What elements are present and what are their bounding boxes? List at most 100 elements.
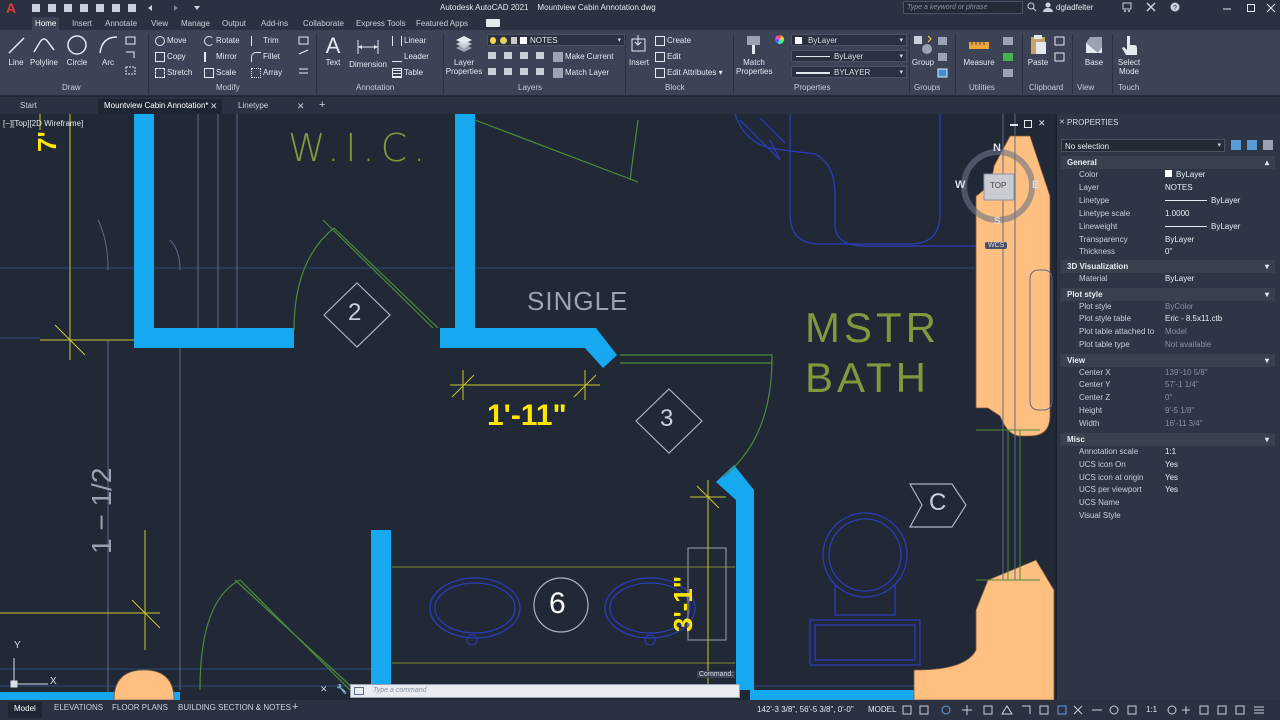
doc-tab-start[interactable]: Start bbox=[14, 99, 43, 114]
coordinates-readout[interactable]: 142'-3 3/8", 56'-5 3/8", 0'-0" bbox=[757, 705, 854, 714]
tab-insert[interactable]: Insert bbox=[69, 17, 95, 30]
touch-panel-label[interactable]: Touch bbox=[1118, 83, 1139, 92]
line-button[interactable]: Line bbox=[6, 34, 26, 67]
help-icon[interactable]: ? bbox=[1170, 2, 1180, 12]
prop-row-layer[interactable]: Layer NOTES bbox=[1061, 183, 1275, 196]
draw-tools-small[interactable] bbox=[124, 36, 144, 78]
door-tag-3[interactable]: 3 bbox=[660, 405, 673, 433]
prop-row-material[interactable]: Material ByLayer bbox=[1061, 274, 1275, 287]
room-label-wic[interactable]: W.I.C. bbox=[288, 126, 431, 170]
layer-tools-row[interactable] bbox=[488, 51, 550, 81]
annotation-scale[interactable]: 1:1 bbox=[1146, 705, 1157, 714]
command-wrench-icon[interactable]: 🔧 bbox=[336, 684, 347, 695]
annotation-panel-label[interactable]: Annotation bbox=[356, 83, 394, 92]
wcs-menu[interactable]: WCS bbox=[985, 242, 1008, 249]
linetype-dropdown[interactable]: ByLayer ▾ bbox=[791, 50, 907, 62]
prop-row-width[interactable]: Width 16'-11 3/4" bbox=[1061, 419, 1275, 432]
layers-panel-label[interactable]: Layers bbox=[518, 83, 542, 92]
measure-button[interactable]: Measure bbox=[960, 34, 998, 67]
prop-row-visual-style[interactable]: Visual Style bbox=[1061, 511, 1275, 524]
tab-output[interactable]: Output bbox=[219, 17, 249, 30]
section-general[interactable]: General ▴ bbox=[1061, 156, 1275, 169]
edit-block-button[interactable]: Edit bbox=[655, 52, 681, 62]
close-tab-icon[interactable]: ✕ bbox=[210, 101, 218, 112]
polyline-button[interactable]: Polyline bbox=[29, 34, 59, 67]
match-properties-button[interactable]: Match Properties bbox=[736, 34, 772, 76]
command-close-icon[interactable]: ✕ bbox=[320, 684, 328, 695]
fillet-button[interactable]: Fillet bbox=[251, 52, 280, 62]
dimension-text-7[interactable]: 7' bbox=[32, 131, 63, 152]
layout-tab-floor-plans[interactable]: FLOOR PLANS bbox=[112, 703, 168, 712]
make-current-button[interactable]: Make Current bbox=[553, 52, 613, 62]
layer-properties-button[interactable]: Layer Properties bbox=[444, 34, 484, 76]
layer-dropdown[interactable]: NOTES ▾ bbox=[487, 34, 625, 46]
maximize-button[interactable] bbox=[1246, 3, 1256, 13]
tab-featured-apps[interactable]: Featured Apps bbox=[413, 17, 471, 30]
autocad-logo-icon[interactable]: A bbox=[6, 1, 22, 15]
close-tab-icon[interactable]: ✕ bbox=[297, 101, 305, 112]
new-tab-icon[interactable]: + bbox=[319, 99, 325, 111]
user-icon[interactable] bbox=[1043, 2, 1053, 12]
prop-row-ucs-name[interactable]: UCS Name bbox=[1061, 498, 1275, 511]
viewport-close-icon[interactable]: ✕ bbox=[1038, 118, 1046, 129]
text-button[interactable]: A Text bbox=[320, 34, 346, 68]
mirror-button[interactable]: Mirror bbox=[204, 52, 237, 62]
move-button[interactable]: Move bbox=[155, 36, 187, 46]
tab-manage[interactable]: Manage bbox=[178, 17, 213, 30]
paste-button[interactable]: Paste bbox=[1026, 34, 1050, 67]
modify-tools-small[interactable] bbox=[298, 36, 310, 78]
search-input[interactable]: Type a keyword or phrase bbox=[903, 1, 1023, 14]
dimension-button[interactable]: Dimension bbox=[348, 34, 388, 69]
prop-row-lineweight[interactable]: Lineweight ByLayer bbox=[1061, 222, 1275, 235]
view-panel-label[interactable]: View bbox=[1077, 83, 1094, 92]
cart-icon[interactable] bbox=[1122, 2, 1132, 12]
model-space-toggle[interactable]: MODEL bbox=[868, 705, 896, 714]
prop-row-plot-table-type[interactable]: Plot table type Not available bbox=[1061, 340, 1275, 353]
match-layer-button[interactable]: Match Layer bbox=[553, 68, 609, 78]
table-button[interactable]: Table bbox=[392, 68, 423, 78]
prop-row-ucs-per-viewport[interactable]: UCS per viewport Yes bbox=[1061, 485, 1275, 498]
dimension-text-1-1-2[interactable]: 1 − 1/2 bbox=[86, 434, 118, 554]
layout-tab-model[interactable]: Model bbox=[8, 702, 42, 718]
exchange-icon[interactable] bbox=[1146, 2, 1156, 12]
utilities-tools-small[interactable] bbox=[1002, 36, 1016, 78]
prop-row-plot-table-attached[interactable]: Plot table attached to Model bbox=[1061, 327, 1275, 340]
search-icon[interactable] bbox=[1027, 2, 1037, 12]
selection-dropdown[interactable]: No selection ▾ bbox=[1061, 139, 1225, 152]
prop-row-ucs-icon-origin[interactable]: UCS icon at origin Yes bbox=[1061, 473, 1275, 486]
stretch-button[interactable]: Stretch bbox=[155, 68, 192, 78]
draw-panel-label[interactable]: Draw bbox=[62, 83, 81, 92]
viewcube-top[interactable]: TOP bbox=[990, 181, 1006, 190]
dimension-text-3-1[interactable]: 3'-1" bbox=[668, 576, 699, 632]
section-misc[interactable]: Misc ▾ bbox=[1061, 433, 1275, 446]
group-tools-small[interactable] bbox=[937, 36, 949, 78]
select-objects-icon[interactable] bbox=[1247, 140, 1257, 150]
copy-button[interactable]: Copy bbox=[155, 52, 186, 62]
viewport-controls[interactable]: [−][Top][2D Wireframe] bbox=[3, 119, 83, 128]
section-plot-style[interactable]: Plot style ▾ bbox=[1061, 288, 1275, 301]
base-button[interactable]: Base bbox=[1080, 34, 1108, 67]
prop-row-annotation-scale[interactable]: Annotation scale 1:1 bbox=[1061, 447, 1275, 460]
properties-panel-label[interactable]: Properties bbox=[794, 83, 830, 92]
viewcube-east[interactable]: E bbox=[1032, 179, 1039, 191]
quick-select-icon[interactable] bbox=[1263, 140, 1273, 150]
prop-row-transparency[interactable]: Transparency ByLayer bbox=[1061, 235, 1275, 248]
group-button[interactable]: Group bbox=[911, 34, 935, 67]
prop-row-plot-style-table[interactable]: Plot style table Eric - 8.5x11.ctb bbox=[1061, 314, 1275, 327]
drawing-canvas[interactable]: [−][Top][2D Wireframe] ✕ N W E S TOP WCS… bbox=[0, 114, 1055, 700]
prop-row-height[interactable]: Height 9'-5 1/8" bbox=[1061, 406, 1275, 419]
leader-button[interactable]: Leader bbox=[392, 52, 429, 62]
viewport-restore-icon[interactable] bbox=[1024, 120, 1032, 128]
scale-button[interactable]: Scale bbox=[204, 68, 236, 78]
arc-button[interactable]: Arc bbox=[96, 34, 120, 67]
block-panel-label[interactable]: Block bbox=[665, 83, 685, 92]
minimize-button[interactable] bbox=[1222, 3, 1232, 13]
ribbon-toggle-icon[interactable] bbox=[486, 19, 500, 27]
quick-access-toolbar[interactable] bbox=[32, 3, 202, 13]
rotate-button[interactable]: Rotate bbox=[204, 36, 240, 46]
close-button[interactable] bbox=[1266, 3, 1276, 13]
utilities-panel-label[interactable]: Utilities bbox=[969, 83, 995, 92]
dimension-text-1-11[interactable]: 1'-11" bbox=[487, 399, 567, 433]
tab-annotate[interactable]: Annotate bbox=[102, 17, 140, 30]
new-layout-icon[interactable]: + bbox=[292, 701, 298, 713]
